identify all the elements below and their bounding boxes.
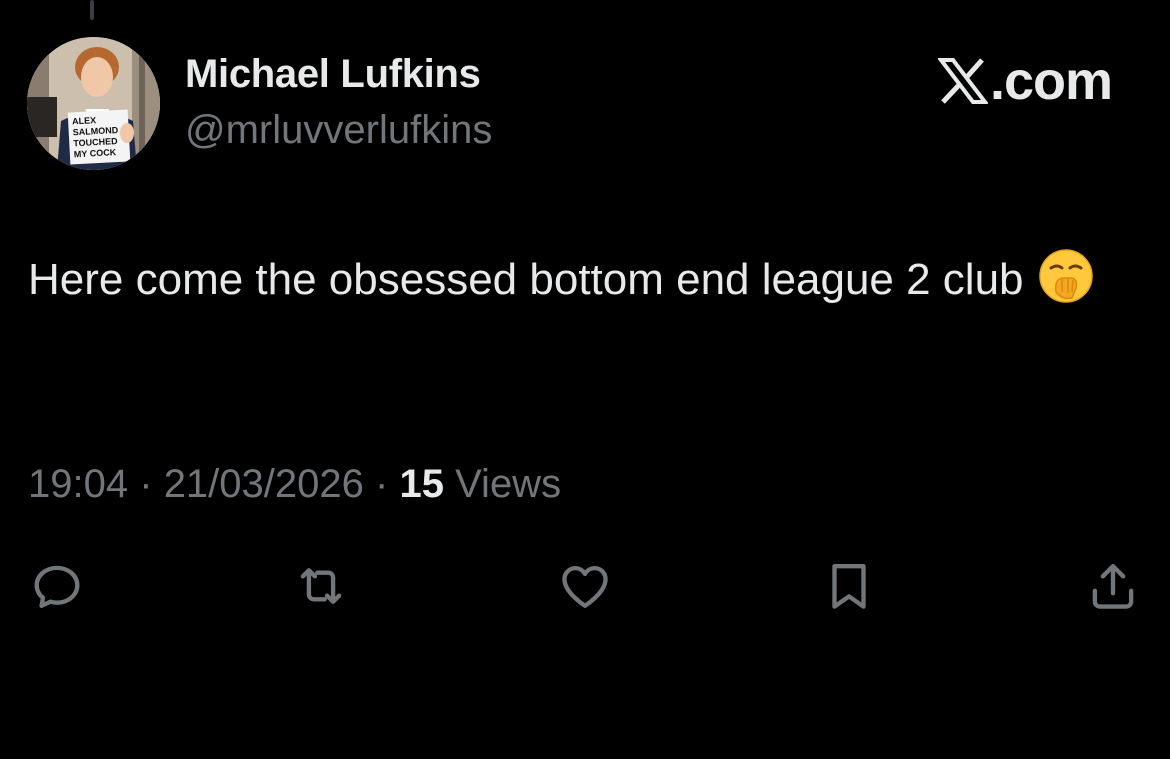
thread-connector-line bbox=[90, 0, 94, 20]
like-button[interactable] bbox=[555, 556, 615, 616]
avatar-image: ALEX SALMOND TOUCHED MY COCK bbox=[27, 37, 160, 170]
bookmark-icon bbox=[832, 564, 866, 609]
repost-icon bbox=[300, 568, 342, 604]
views-count[interactable]: 15 bbox=[399, 462, 444, 506]
author-handle[interactable]: @mrluvverlufkins bbox=[185, 108, 492, 153]
heart-icon bbox=[562, 565, 608, 608]
reply-button[interactable] bbox=[27, 556, 87, 616]
tweet-meta: 19:04 · 21/03/2026 · 15 Views bbox=[28, 462, 561, 507]
repost-button[interactable] bbox=[291, 556, 351, 616]
avatar[interactable]: ALEX SALMOND TOUCHED MY COCK bbox=[27, 37, 160, 170]
views-label[interactable]: Views bbox=[455, 462, 561, 506]
reply-icon bbox=[34, 565, 80, 608]
avatar-sign-line: ALEX bbox=[72, 115, 97, 126]
tweet-body: Here come the obsessed bottom end league… bbox=[28, 248, 1128, 310]
x-logo-icon bbox=[937, 58, 988, 104]
meta-separator: · bbox=[375, 462, 389, 506]
meta-separator: · bbox=[139, 462, 153, 506]
tweet-text: Here come the obsessed bottom end league… bbox=[28, 255, 1024, 304]
brand-label: .com bbox=[989, 51, 1113, 111]
brand-watermark: .com bbox=[937, 50, 1113, 112]
bookmark-button[interactable] bbox=[819, 556, 879, 616]
tweet-date[interactable]: 21/03/2026 bbox=[164, 462, 364, 506]
share-button[interactable] bbox=[1083, 556, 1143, 616]
share-icon bbox=[1092, 564, 1134, 609]
tweet-actions-bar bbox=[0, 556, 1170, 616]
tweet-time[interactable]: 19:04 bbox=[28, 462, 128, 506]
yawning-face-icon bbox=[1038, 249, 1093, 303]
author-display-name[interactable]: Michael Lufkins bbox=[185, 52, 481, 97]
